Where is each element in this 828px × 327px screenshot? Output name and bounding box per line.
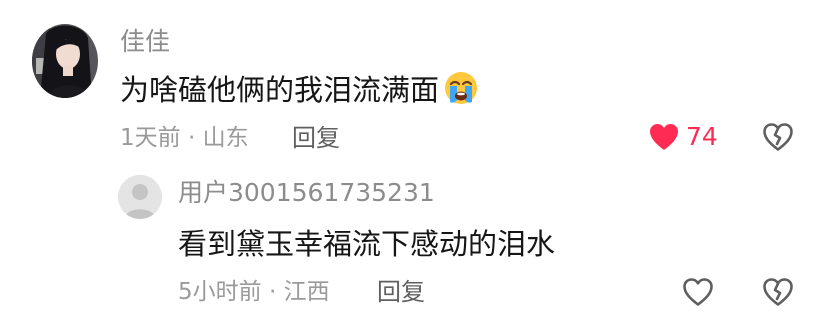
reply-username[interactable]: 用户3001561735231 xyxy=(178,178,435,208)
comment-item: 佳佳 为啥磕他俩的我泪流满面 1天前 · 山东 回复 74 xyxy=(0,0,828,165)
dislike-button[interactable] xyxy=(762,122,794,156)
heart-filled-icon xyxy=(650,124,678,150)
default-avatar-icon xyxy=(118,175,162,219)
comment-text: 为啥磕他俩的我泪流满面 xyxy=(120,70,479,108)
comment-username[interactable]: 佳佳 xyxy=(120,27,170,57)
dislike-button[interactable] xyxy=(762,277,794,311)
comment-time-location: 1天前 · 山东 xyxy=(120,125,249,151)
broken-heart-icon xyxy=(763,278,793,306)
reply-button[interactable]: 回复 xyxy=(377,277,425,307)
avatar[interactable] xyxy=(118,175,162,219)
comment-text-content: 为啥磕他俩的我泪流满面 xyxy=(120,73,440,107)
like-count: 74 xyxy=(686,122,718,151)
reply-item: 用户3001561735231 看到黛玉幸福流下感动的泪水 5小时前 · 江西 … xyxy=(0,165,828,327)
reply-button[interactable]: 回复 xyxy=(292,123,340,153)
like-button[interactable]: 74 xyxy=(648,122,718,152)
reply-time-location: 5小时前 · 江西 xyxy=(178,279,330,305)
loudly-crying-face-emoji xyxy=(445,72,478,104)
reply-text: 看到黛玉幸福流下感动的泪水 xyxy=(178,227,556,261)
avatar-photo xyxy=(32,24,98,98)
like-button[interactable] xyxy=(682,277,714,307)
avatar[interactable] xyxy=(32,24,98,98)
broken-heart-icon xyxy=(763,123,793,151)
heart-outline-icon xyxy=(683,278,713,306)
